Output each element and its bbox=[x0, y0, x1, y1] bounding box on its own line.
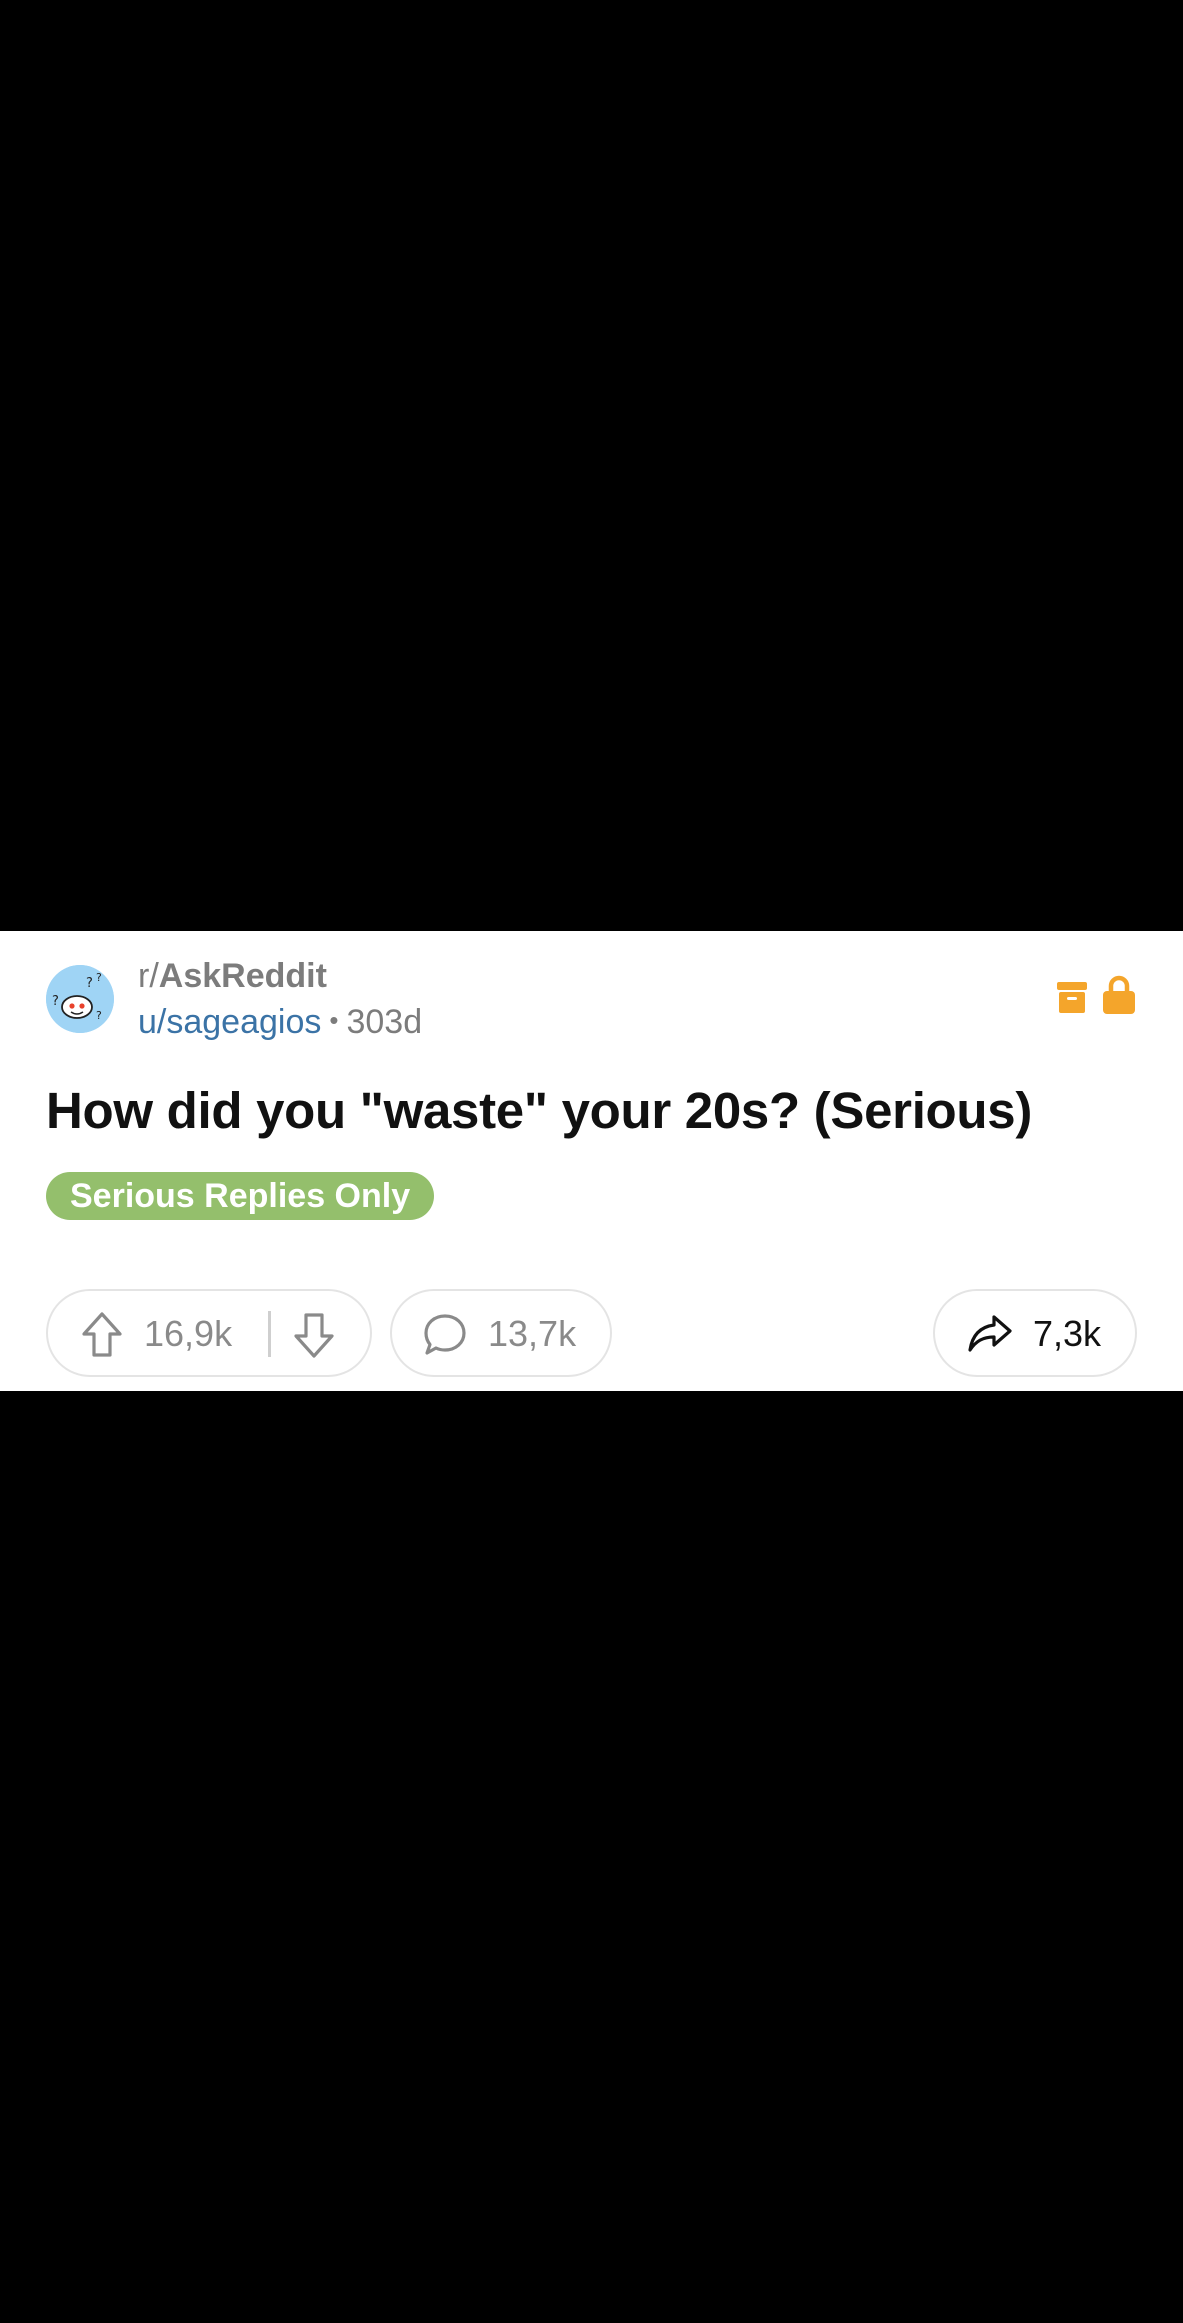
lock-icon bbox=[1103, 975, 1135, 1014]
post-title[interactable]: How did you "waste" your 20s? (Serious) bbox=[46, 1081, 1032, 1140]
comments-button[interactable]: 13,7k bbox=[390, 1289, 612, 1377]
subreddit-label: AskReddit bbox=[158, 957, 327, 995]
share-button[interactable]: 7,3k bbox=[933, 1289, 1137, 1377]
downvote-icon[interactable] bbox=[292, 1311, 336, 1359]
svg-text:?: ? bbox=[96, 971, 102, 984]
svg-text:?: ? bbox=[96, 1009, 102, 1022]
upvote-count: 16,9k bbox=[144, 1313, 233, 1354]
meta-separator: • bbox=[329, 1005, 339, 1035]
svg-text:?: ? bbox=[52, 994, 59, 1009]
share-icon bbox=[968, 1315, 1012, 1352]
subreddit-prefix: r/ bbox=[138, 957, 159, 995]
comment-icon bbox=[424, 1314, 466, 1355]
svg-text:?: ? bbox=[86, 976, 93, 991]
comment-count: 13,7k bbox=[488, 1313, 577, 1354]
post-card[interactable]: ? ? ? ? r/AskReddit u/sageagios • 303d How… bbox=[0, 931, 1183, 1391]
upvote-icon[interactable] bbox=[80, 1311, 124, 1359]
post-flair[interactable]: Serious Replies Only bbox=[46, 1172, 435, 1220]
author-link[interactable]: u/sageagios bbox=[138, 1003, 321, 1041]
vote-divider bbox=[268, 1311, 271, 1357]
subreddit-avatar[interactable]: ? ? ? ? bbox=[46, 965, 114, 1033]
share-count: 7,3k bbox=[1033, 1313, 1102, 1354]
post-age: 303d bbox=[346, 1003, 423, 1041]
post-meta: u/sageagios • 303d bbox=[138, 1002, 422, 1043]
archive-icon bbox=[1057, 982, 1087, 1013]
subreddit-name[interactable]: r/AskReddit bbox=[138, 956, 327, 997]
vote-group: 16,9k bbox=[46, 1289, 372, 1377]
